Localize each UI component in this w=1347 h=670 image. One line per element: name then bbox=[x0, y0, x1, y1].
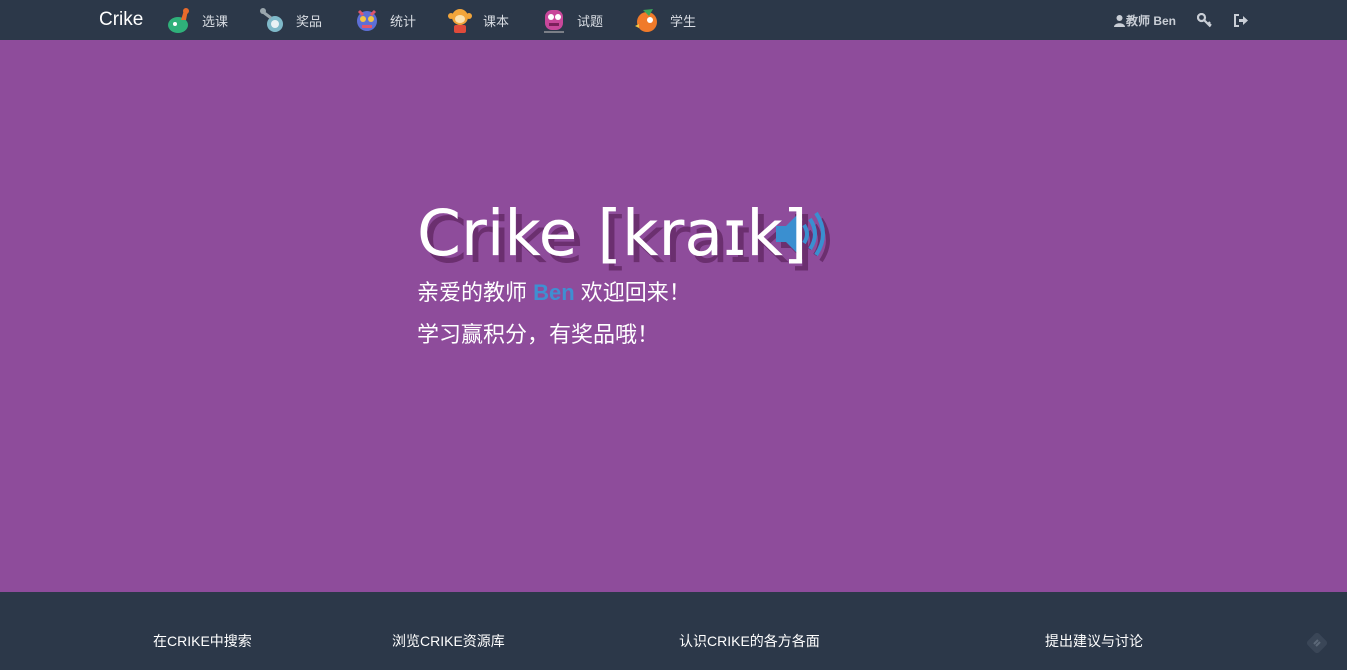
welcome-suffix: 欢迎回来！ bbox=[574, 280, 691, 305]
monkey-mascot-icon bbox=[448, 9, 472, 33]
nav-item-label: 统计 bbox=[390, 13, 417, 29]
pink-monster-mascot-icon bbox=[544, 10, 564, 33]
monster-mascot-icon bbox=[357, 9, 377, 31]
footer-link-about[interactable]: 认识CRIKE的各方各面 bbox=[679, 631, 820, 651]
nav-item-label: 奖品 bbox=[296, 13, 323, 29]
sign-out-icon bbox=[1234, 13, 1248, 27]
brand-logo-link[interactable]: Crike bbox=[99, 0, 143, 40]
welcome-prefix: 亲爱的教师 bbox=[417, 280, 534, 305]
key-button[interactable] bbox=[1197, 0, 1212, 40]
nav-item-textbooks[interactable]: 课本 bbox=[446, 0, 509, 40]
hero-title-text: Crike [kraɪk] bbox=[417, 197, 808, 270]
nav-item-courses[interactable]: 选课 bbox=[165, 0, 228, 40]
collapse-icon[interactable] bbox=[1305, 631, 1329, 655]
hero-section: Crike [kraɪk] Crike [kraɪk] 亲爱的教师 Ben 欢迎… bbox=[417, 196, 830, 356]
user-label: 教师 Ben bbox=[1126, 13, 1177, 28]
nav-item-exams[interactable]: 试题 bbox=[540, 0, 603, 40]
nav-item-label: 课本 bbox=[483, 13, 510, 29]
user-menu[interactable]: 教师 Ben bbox=[1113, 0, 1176, 40]
welcome-name: Ben bbox=[533, 280, 575, 305]
robot-mascot-icon bbox=[260, 8, 283, 32]
nav-item-students[interactable]: 学生 bbox=[633, 0, 696, 40]
nav-item-stats[interactable]: 统计 bbox=[353, 0, 416, 40]
nav-item-prizes[interactable]: 奖品 bbox=[259, 0, 322, 40]
key-icon bbox=[1197, 12, 1212, 27]
hero-title: Crike [kraɪk] Crike [kraɪk] bbox=[417, 196, 830, 277]
footer-link-feedback[interactable]: 提出建议与讨论 bbox=[1045, 631, 1143, 651]
dino-mascot-icon bbox=[168, 8, 189, 33]
top-navbar: Crike 选课 奖品 统计 课本 试题 学生 教师 Ben bbox=[0, 0, 1347, 40]
nav-item-label: 学生 bbox=[670, 13, 697, 29]
logout-button[interactable] bbox=[1234, 0, 1248, 40]
bird-mascot-icon bbox=[635, 9, 657, 32]
footer-link-browse-library[interactable]: 浏览CRIKE资源库 bbox=[392, 631, 505, 651]
user-icon bbox=[1114, 14, 1125, 27]
nav-item-label: 试题 bbox=[577, 13, 604, 29]
nav-item-label: 选课 bbox=[202, 13, 229, 29]
footer-link-search[interactable]: 在CRIKE中搜索 bbox=[153, 631, 252, 651]
tagline: 学习赢积分，有奖品哦！ bbox=[417, 322, 660, 347]
